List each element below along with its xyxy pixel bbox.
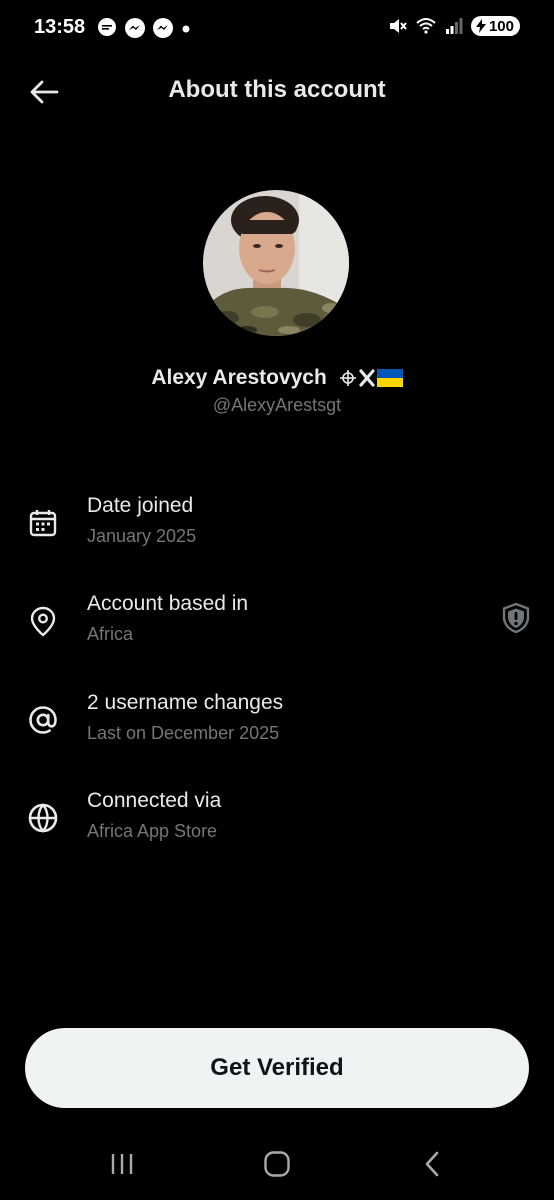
chevron-left-icon	[425, 1151, 439, 1177]
info-row-date-joined: Date joined January 2025	[0, 494, 554, 564]
avatar	[203, 190, 349, 336]
ukraine-flag-icon	[376, 369, 403, 388]
name-badges	[339, 369, 403, 388]
get-verified-button[interactable]: Get Verified	[25, 1028, 529, 1108]
signal-icon	[445, 18, 463, 34]
crosshair-icon	[339, 370, 356, 387]
info-value: Africa	[87, 624, 134, 644]
info-title: 2 username changes	[87, 691, 284, 714]
wifi-icon	[416, 18, 436, 34]
location-pin-icon	[26, 604, 60, 638]
back-nav-button[interactable]	[402, 1144, 462, 1184]
shield-alert-icon	[502, 602, 530, 634]
info-value: Last on December 2025	[87, 723, 280, 743]
header: About this account	[0, 64, 554, 120]
info-value: Africa App Store	[87, 821, 218, 841]
display-name: Alexy Arestovych	[0, 366, 554, 390]
status-bar: 13:58 100	[0, 0, 554, 56]
mute-icon	[389, 19, 407, 33]
info-value: January 2025	[87, 526, 197, 546]
messenger-icon	[153, 18, 173, 38]
info-title: Account based in	[87, 592, 249, 615]
messenger-icon	[125, 18, 145, 38]
home-button[interactable]	[247, 1144, 307, 1184]
chat-bubble-icon	[98, 18, 116, 36]
system-icons: 100	[387, 16, 520, 36]
info-title: Connected via	[87, 789, 222, 812]
home-icon	[264, 1151, 290, 1177]
info-title: Date joined	[87, 494, 194, 517]
battery-level: 100	[488, 17, 514, 35]
globe-icon	[26, 801, 60, 835]
notification-icons	[96, 17, 192, 39]
info-row-username-changes: 2 username changes Last on December 2025	[0, 691, 554, 761]
info-row-account-based-in: Account based in Africa	[0, 592, 554, 662]
display-name-text: Alexy Arestovych	[151, 366, 327, 389]
calendar-icon	[26, 506, 60, 540]
status-time: 13:58	[34, 16, 86, 38]
battery-indicator: 100	[470, 16, 520, 36]
recent-apps-icon	[111, 1154, 133, 1174]
profile-photo	[203, 190, 349, 336]
username-handle: @AlexyArestsgt	[212, 395, 342, 415]
system-nav-bar	[0, 1130, 554, 1200]
cross-mark-icon	[359, 369, 375, 388]
page-title: About this account	[168, 76, 386, 103]
charging-bolt-icon	[475, 19, 486, 33]
shield-alert-button[interactable]	[500, 602, 532, 634]
info-row-connected-via: Connected via Africa App Store	[0, 789, 554, 859]
at-sign-icon	[26, 703, 60, 737]
recent-apps-button[interactable]	[92, 1144, 152, 1184]
notification-dot-icon	[182, 25, 190, 33]
